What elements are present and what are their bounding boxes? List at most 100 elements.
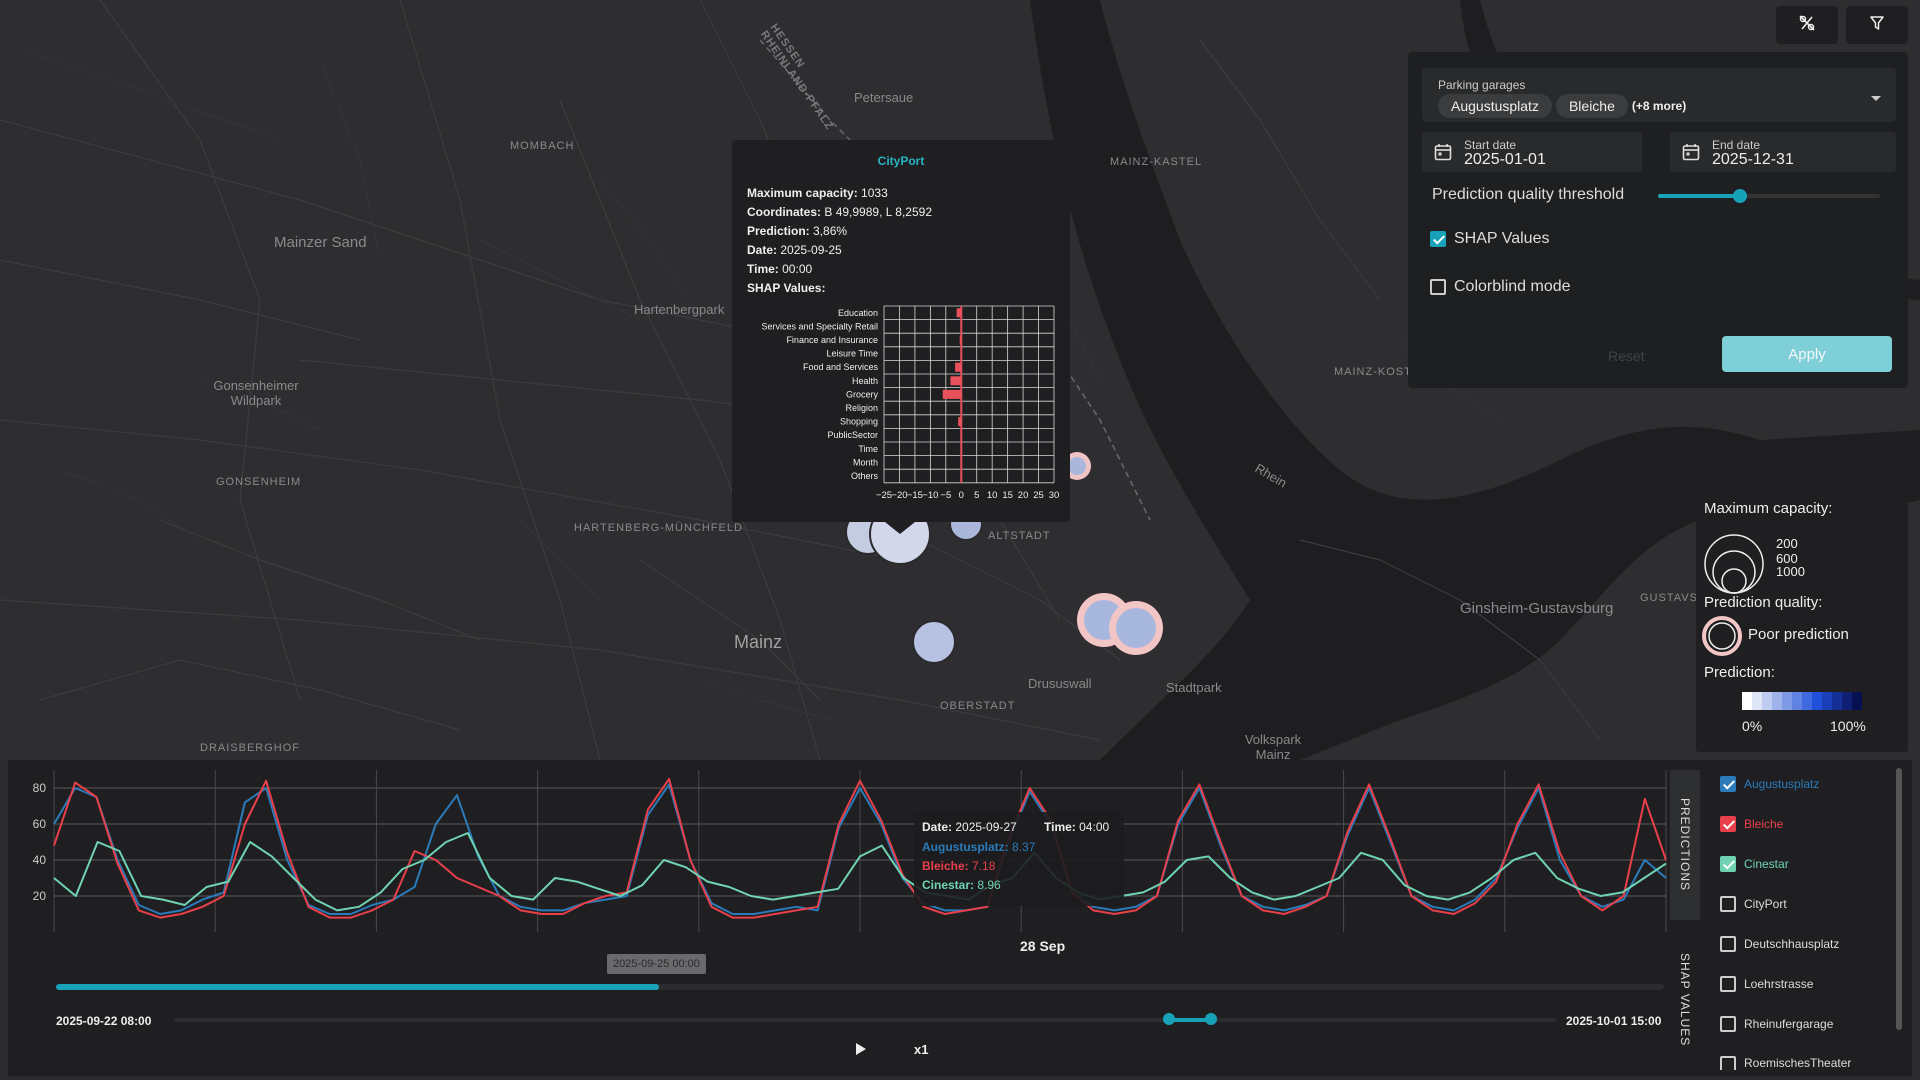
gradient-swatch — [1742, 692, 1752, 710]
capacity-legend-title: Maximum capacity: — [1704, 500, 1833, 517]
gradient-swatch — [1792, 692, 1802, 710]
range-end-handle[interactable] — [1204, 1013, 1217, 1025]
shap-category-label: Leisure Time — [826, 349, 878, 359]
gradient-swatch — [1842, 692, 1852, 710]
capacity-circles — [1704, 534, 1764, 594]
shap-x-tick: 0 — [959, 490, 964, 501]
prediction-legend-title: Prediction: — [1704, 664, 1775, 681]
map-label: Volkspark Mainz — [1244, 732, 1302, 760]
prediction-max: 100% — [1830, 718, 1866, 734]
apply-button[interactable]: Apply — [1722, 336, 1892, 372]
series-label: Cinestar — [1744, 857, 1789, 871]
shap-x-tick: 15 — [1002, 490, 1013, 501]
play-icon — [856, 1043, 866, 1055]
series-checkbox[interactable] — [1720, 1016, 1736, 1032]
shap-x-tick: 30 — [1049, 490, 1060, 501]
shap-x-tick: −15 — [907, 490, 923, 501]
shap-values-checkbox[interactable] — [1430, 231, 1446, 247]
quality-legend-title: Prediction quality: — [1704, 594, 1823, 611]
shap-x-tick: 25 — [1033, 490, 1044, 501]
start-date-field[interactable]: Start date 2025-01-01 — [1422, 132, 1642, 172]
end-date-field[interactable]: End date 2025-12-31 — [1670, 132, 1896, 172]
more-count: (+8 more) — [1631, 99, 1687, 113]
series-checkbox[interactable] — [1720, 976, 1736, 992]
range-start-label: 2025-09-22 08:00 — [56, 1014, 152, 1028]
shap-category-label: Services and Specialty Retail — [761, 321, 878, 331]
threshold-knob[interactable] — [1733, 189, 1748, 203]
filter-toggle-button[interactable] — [1846, 6, 1908, 44]
series-checkbox[interactable] — [1720, 936, 1736, 952]
garage-select-label: Parking garages — [1438, 78, 1526, 92]
series-item-bleiche[interactable]: Bleiche — [1720, 816, 1783, 832]
shap-category-label: Others — [851, 471, 879, 481]
prediction-min: 0% — [1742, 718, 1763, 734]
popup-time: Time: 00:00 — [747, 262, 813, 276]
colorblind-checkbox[interactable] — [1430, 279, 1446, 295]
series-checkbox[interactable] — [1720, 776, 1736, 792]
toggle-percent-button[interactable] — [1776, 6, 1838, 44]
map-label: Gonsenheim — [216, 476, 302, 488]
series-label: CityPort — [1744, 897, 1787, 911]
series-item-cityport[interactable]: CityPort — [1720, 896, 1787, 912]
play-button[interactable] — [854, 1042, 868, 1061]
series-checkbox[interactable] — [1720, 896, 1736, 912]
series-item-deutschhausplatz[interactable]: Deutschhausplatz — [1720, 936, 1839, 952]
series-item-rheinufergarage[interactable]: Rheinufergarage — [1720, 1016, 1833, 1032]
y-tick-label: 80 — [33, 781, 47, 795]
colorblind-option[interactable]: Colorblind mode — [1430, 278, 1571, 296]
prediction-gradient — [1742, 692, 1862, 710]
chart-tooltip: Date: 2025-09-27 Time: 04:00 Augustuspla… — [914, 812, 1124, 906]
series-item-cinestar[interactable]: Cinestar — [1720, 856, 1789, 872]
filter-icon — [1869, 15, 1885, 36]
shap-bar-chart: −25 −20 −15 −10 −5 0 5 10 15 20 25 30 Education Servi… — [761, 305, 1060, 501]
shap-category-label: Time — [858, 444, 878, 454]
garage-chip[interactable]: Augustusplatz — [1438, 94, 1552, 118]
series-checkbox[interactable] — [1720, 1056, 1736, 1070]
gradient-swatch — [1802, 692, 1812, 710]
map-label: Stadtpark — [1166, 680, 1222, 695]
list-scrollbar[interactable] — [1896, 768, 1902, 1030]
shap-category-label: Education — [838, 308, 878, 318]
shap-x-tick: −5 — [940, 490, 951, 501]
series-item-augustusplatz[interactable]: Augustusplatz — [1720, 776, 1819, 792]
map-label: Oberstadt — [940, 700, 1016, 712]
map-label: Mainzer Sand — [274, 234, 367, 251]
shap-x-tick: 20 — [1018, 490, 1029, 501]
shap-x-tick: −20 — [891, 490, 907, 501]
gradient-swatch — [1782, 692, 1792, 710]
range-start-handle[interactable] — [1163, 1013, 1176, 1025]
start-date-value: 2025-01-01 — [1464, 151, 1546, 168]
popup-title: CityPort — [877, 154, 925, 168]
series-checkbox[interactable] — [1720, 816, 1736, 832]
shap-x-tick: 10 — [987, 490, 998, 501]
calendar-icon — [1434, 143, 1452, 166]
shap-category-label: Shopping — [840, 417, 878, 427]
range-slider[interactable] — [174, 1013, 1556, 1025]
series-label: Deutschhausplatz — [1744, 937, 1840, 951]
speed-button[interactable]: x1 — [914, 1042, 928, 1057]
series-item-roemischestheater[interactable]: RoemischesTheater — [1720, 1056, 1851, 1070]
gradient-swatch — [1832, 692, 1842, 710]
shap-values-option[interactable]: SHAP Values — [1430, 230, 1549, 248]
garage-select[interactable]: Parking garages Augustusplatz Bleiche (+… — [1422, 68, 1896, 122]
series-item-loehrstrasse[interactable]: Loehrstrasse — [1720, 976, 1813, 992]
tab-predictions[interactable]: PREDICTIONS — [1670, 770, 1700, 920]
tab-shap-values[interactable]: SHAP VALUES — [1670, 930, 1700, 1070]
threshold-fill — [1658, 194, 1741, 198]
popup-shap-title: SHAP Values: — [747, 281, 826, 295]
popup-date: Date: 2025-09-25 — [747, 243, 842, 257]
timeseries-panel: 80 60 40 20 Date: 2025-09-27 Time: 04:00 Au… — [8, 760, 1912, 1076]
time-progress-track[interactable] — [56, 984, 1664, 990]
series-checkbox[interactable] — [1720, 856, 1736, 872]
poor-prediction-icon — [1702, 616, 1742, 656]
shap-category-label: Month — [853, 457, 878, 467]
shap-values-label: SHAP Values — [1454, 230, 1550, 247]
series-label: RoemischesTheater — [1744, 1056, 1852, 1070]
reset-button[interactable]: Reset — [1608, 348, 1645, 364]
threshold-slider[interactable] — [1658, 189, 1880, 203]
map-label: Hartenbergpark — [634, 302, 725, 317]
prediction-line-chart[interactable]: 80 60 40 20 — [8, 760, 1668, 960]
map-label: Mainz-Kastel — [1110, 156, 1203, 168]
capacity-value: 200 — [1776, 536, 1798, 551]
garage-chip[interactable]: Bleiche — [1555, 94, 1628, 118]
